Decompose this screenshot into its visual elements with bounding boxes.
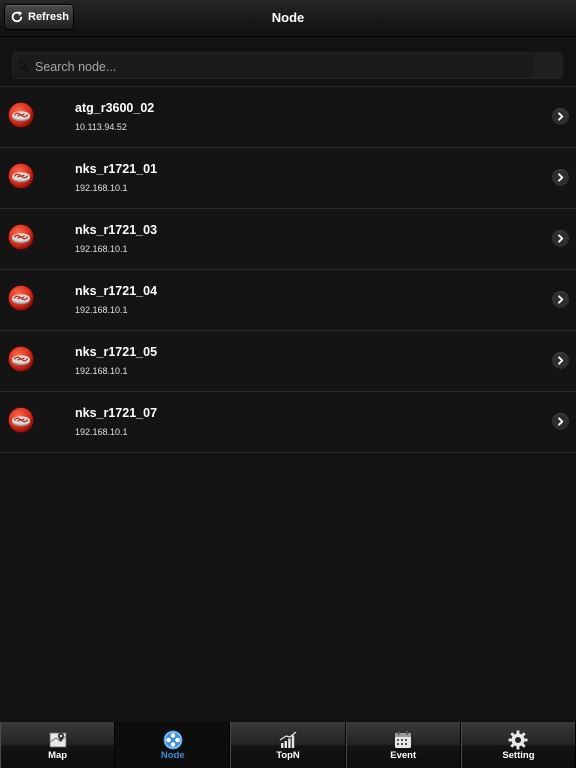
chevron-right-icon [558,295,564,304]
router-node-icon [8,285,34,311]
node-name: nks_r1721_07 [75,406,158,420]
disclosure-button[interactable] [552,108,569,125]
router-node-icon [8,407,34,433]
search-icon [17,60,29,72]
node-list: atg_r3600_02 10.113.94.52 nks_r1721_01 1… [0,86,576,453]
navigation-bar: Refresh Node [0,0,576,37]
node-row[interactable]: atg_r3600_02 10.113.94.52 [0,87,576,148]
node-row[interactable]: nks_r1721_04 192.168.10.1 [0,270,576,331]
node-name: nks_r1721_04 [75,284,158,298]
disclosure-button[interactable] [552,230,569,247]
map-icon [49,732,66,748]
event-calendar-icon [395,731,412,748]
tab-setting[interactable]: Setting [460,722,576,768]
node-ip-address: 192.168.10.1 [75,427,128,437]
node-ip-address: 10.113.94.52 [75,122,127,132]
chevron-right-icon [558,356,564,365]
search-bar [12,52,563,80]
disclosure-button[interactable] [552,169,569,186]
chevron-right-icon [558,112,564,121]
node-icon [163,730,183,750]
disclosure-button[interactable] [552,291,569,308]
chevron-right-icon [558,417,564,426]
search-input[interactable] [33,53,537,80]
search-field-end-cap [533,53,562,78]
disclosure-button[interactable] [552,352,569,369]
node-row[interactable]: nks_r1721_03 192.168.10.1 [0,209,576,270]
disclosure-button[interactable] [552,413,569,430]
tab-label: TopN [276,750,300,761]
node-ip-address: 192.168.10.1 [75,366,128,376]
node-row[interactable]: nks_r1721_05 192.168.10.1 [0,331,576,392]
tab-label: Node [160,750,185,761]
node-row[interactable]: nks_r1721_01 192.168.10.1 [0,148,576,209]
tab-label: Setting [502,750,535,761]
tab-label: Event [390,750,417,761]
chevron-right-icon [558,173,564,182]
node-row[interactable]: nks_r1721_07 192.168.10.1 [0,392,576,453]
topn-chart-icon [279,731,297,748]
router-node-icon [8,102,34,128]
node-ip-address: 192.168.10.1 [75,183,128,193]
gear-icon [508,730,528,750]
node-name: atg_r3600_02 [75,101,155,115]
node-name: nks_r1721_01 [75,162,158,176]
tab-map[interactable]: Map [0,722,116,768]
tab-topn[interactable]: TopN [230,722,346,768]
tab-bar: Map Node TopN Event Setting [0,722,576,768]
chevron-right-icon [558,234,564,243]
tab-label: Map [48,750,68,761]
node-ip-address: 192.168.10.1 [75,244,128,254]
node-name: nks_r1721_05 [75,345,158,359]
router-node-icon [8,224,34,250]
tab-event[interactable]: Event [345,722,461,768]
router-node-icon [8,346,34,372]
page-title: Node [271,10,305,25]
node-name: nks_r1721_03 [75,223,158,237]
router-node-icon [8,163,34,189]
tab-node[interactable]: Node [115,722,231,768]
node-ip-address: 192.168.10.1 [75,305,128,315]
